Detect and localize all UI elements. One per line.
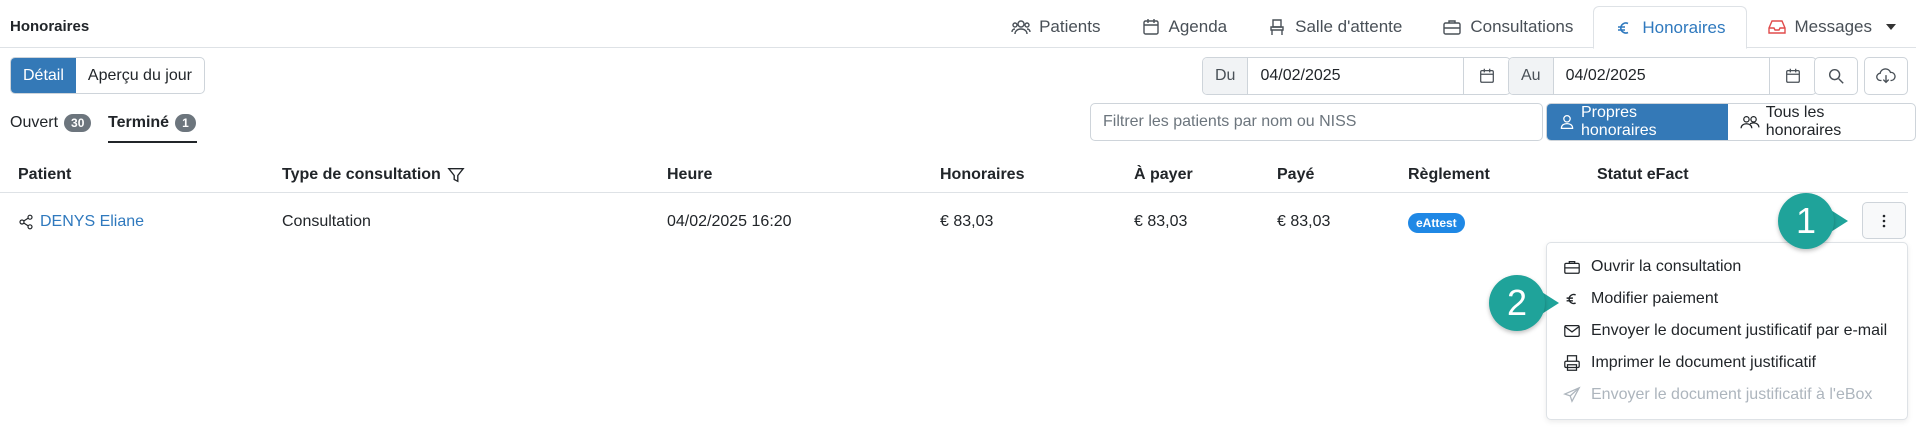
euro-icon bbox=[1614, 18, 1634, 38]
menu-item-label: Ouvrir la consultation bbox=[1591, 258, 1742, 275]
inbox-icon bbox=[1767, 17, 1787, 37]
top-bar: Honoraires Patients Agenda Salle d'atten… bbox=[0, 0, 1916, 49]
send-icon bbox=[1563, 386, 1581, 404]
col-fees[interactable]: Honoraires bbox=[940, 166, 1024, 184]
col-paid[interactable]: Payé bbox=[1277, 166, 1314, 184]
briefcase-icon bbox=[1442, 17, 1462, 37]
consultation-type-cell: Consultation bbox=[282, 213, 371, 230]
date-from-group: Du 04/02/2025 bbox=[1202, 57, 1512, 95]
search-button[interactable] bbox=[1814, 57, 1858, 95]
callout-number: 1 bbox=[1778, 193, 1834, 249]
users-icon bbox=[1011, 17, 1031, 37]
chair-icon bbox=[1267, 17, 1287, 37]
patient-link[interactable]: DENYS Eliane bbox=[40, 213, 144, 231]
view-toggle: Détail Aperçu du jour bbox=[10, 57, 205, 94]
menu-item-label: Envoyer le document justificatif à l'eBo… bbox=[1591, 386, 1873, 403]
step-callout-2: 2 bbox=[1489, 275, 1559, 331]
scope-toggle: Propres honoraires Tous les honoraires bbox=[1546, 103, 1916, 141]
date-to-input[interactable]: 04/02/2025 bbox=[1554, 58, 1770, 94]
col-efact-status[interactable]: Statut eFact bbox=[1597, 166, 1689, 184]
callout-number: 2 bbox=[1489, 275, 1545, 331]
tab-open[interactable]: Ouvert 30 bbox=[10, 114, 92, 132]
menu-item-send-ebox: Envoyer le document justificatif à l'eBo… bbox=[1547, 379, 1907, 411]
time-cell: 04/02/2025 16:20 bbox=[667, 213, 792, 230]
tab-finished[interactable]: Terminé 1 bbox=[108, 114, 196, 132]
own-fees-label: Propres honoraires bbox=[1581, 104, 1657, 139]
col-settlement[interactable]: Règlement bbox=[1408, 166, 1490, 184]
col-label: Type de consultation bbox=[282, 166, 441, 183]
user-icon bbox=[1559, 114, 1575, 130]
share-icon bbox=[18, 214, 34, 230]
col-time[interactable]: Heure bbox=[667, 166, 712, 184]
col-patient[interactable]: Patient bbox=[18, 166, 71, 184]
patient-cell: DENYS Eliane bbox=[18, 213, 144, 231]
all-fees-button[interactable]: Tous les honoraires bbox=[1728, 104, 1915, 140]
cloud-download-icon bbox=[1876, 67, 1896, 85]
date-from-label: Du bbox=[1203, 58, 1249, 94]
day-overview-button[interactable]: Aperçu du jour bbox=[76, 58, 204, 93]
nav-label: Salle d'attente bbox=[1295, 17, 1403, 36]
nav-tab-messages[interactable]: Messages bbox=[1747, 6, 1916, 48]
nav-tab-consultations[interactable]: Consultations bbox=[1422, 6, 1593, 48]
table-header: Patient Type de consultation Heure Honor… bbox=[0, 160, 1908, 193]
nav-label: Patients bbox=[1039, 17, 1101, 36]
eattest-badge: eAttest bbox=[1408, 213, 1465, 233]
col-consultation-type[interactable]: Type de consultation bbox=[282, 166, 465, 184]
date-to-picker-button[interactable] bbox=[1770, 58, 1816, 94]
nav-tab-agenda[interactable]: Agenda bbox=[1121, 6, 1248, 48]
col-to-pay[interactable]: À payer bbox=[1134, 166, 1193, 184]
fees-cell: € 83,03 bbox=[940, 213, 994, 230]
nav-tab-waiting-room[interactable]: Salle d'attente bbox=[1247, 6, 1422, 48]
nav-tab-honoraires[interactable]: Honoraires bbox=[1593, 6, 1747, 49]
menu-item-print-document[interactable]: Imprimer le document justificatif bbox=[1547, 347, 1907, 379]
tab-label: Ouvert bbox=[10, 114, 59, 131]
printer-icon bbox=[1563, 354, 1581, 372]
nav-tab-patients[interactable]: Patients bbox=[991, 6, 1120, 48]
filter-icon[interactable] bbox=[447, 166, 465, 184]
calendar-icon bbox=[1784, 67, 1802, 85]
to-pay-cell: € 83,03 bbox=[1134, 213, 1188, 230]
nav-label: Messages bbox=[1794, 17, 1872, 36]
date-to-label: Au bbox=[1509, 58, 1554, 94]
date-to-group: Au 04/02/2025 bbox=[1508, 57, 1817, 95]
all-fees-label: Tous les honoraires bbox=[1765, 104, 1842, 139]
nav-label: Consultations bbox=[1470, 17, 1574, 36]
search-icon bbox=[1827, 67, 1845, 85]
menu-item-edit-payment[interactable]: Modifier paiement bbox=[1547, 283, 1907, 315]
settlement-cell: eAttest bbox=[1408, 213, 1465, 233]
step-callout-1: 1 bbox=[1778, 193, 1848, 249]
tab-label: Terminé bbox=[108, 114, 170, 131]
row-actions-button[interactable] bbox=[1862, 202, 1906, 239]
envelope-icon bbox=[1563, 322, 1581, 340]
calendar-icon bbox=[1478, 67, 1496, 85]
detail-view-button[interactable]: Détail bbox=[11, 58, 76, 93]
count-badge: 1 bbox=[175, 114, 196, 132]
date-from-input[interactable]: 04/02/2025 bbox=[1248, 58, 1465, 94]
menu-item-label: Imprimer le document justificatif bbox=[1591, 354, 1816, 371]
cloud-download-button[interactable] bbox=[1864, 57, 1908, 95]
kebab-menu-icon bbox=[1882, 214, 1886, 228]
date-from-picker-button[interactable] bbox=[1464, 58, 1510, 94]
own-fees-button[interactable]: Propres honoraires bbox=[1547, 104, 1728, 140]
page-title: Honoraires bbox=[10, 18, 90, 35]
nav-label: Agenda bbox=[1168, 17, 1228, 36]
menu-item-open-consultation[interactable]: Ouvrir la consultation bbox=[1547, 251, 1907, 283]
row-actions-menu: Ouvrir la consultation Modifier paiement… bbox=[1546, 242, 1908, 420]
briefcase-icon bbox=[1563, 258, 1581, 276]
count-badge: 30 bbox=[64, 114, 92, 132]
patient-search-input[interactable]: Filtrer les patients par nom ou NISS bbox=[1090, 103, 1543, 141]
menu-item-label: Envoyer le document justificatif par e-m… bbox=[1591, 322, 1888, 339]
menu-item-label: Modifier paiement bbox=[1591, 290, 1719, 307]
euro-icon bbox=[1563, 290, 1581, 308]
active-tab-indicator bbox=[108, 141, 197, 143]
main-nav: Patients Agenda Salle d'attente Consulta… bbox=[991, 6, 1916, 49]
nav-label: Honoraires bbox=[1642, 17, 1726, 37]
chevron-down-icon bbox=[1886, 24, 1896, 30]
calendar-icon bbox=[1141, 17, 1161, 37]
paid-cell: € 83,03 bbox=[1277, 213, 1331, 230]
menu-item-email-document[interactable]: Envoyer le document justificatif par e-m… bbox=[1547, 315, 1907, 347]
users-icon bbox=[1740, 114, 1760, 130]
